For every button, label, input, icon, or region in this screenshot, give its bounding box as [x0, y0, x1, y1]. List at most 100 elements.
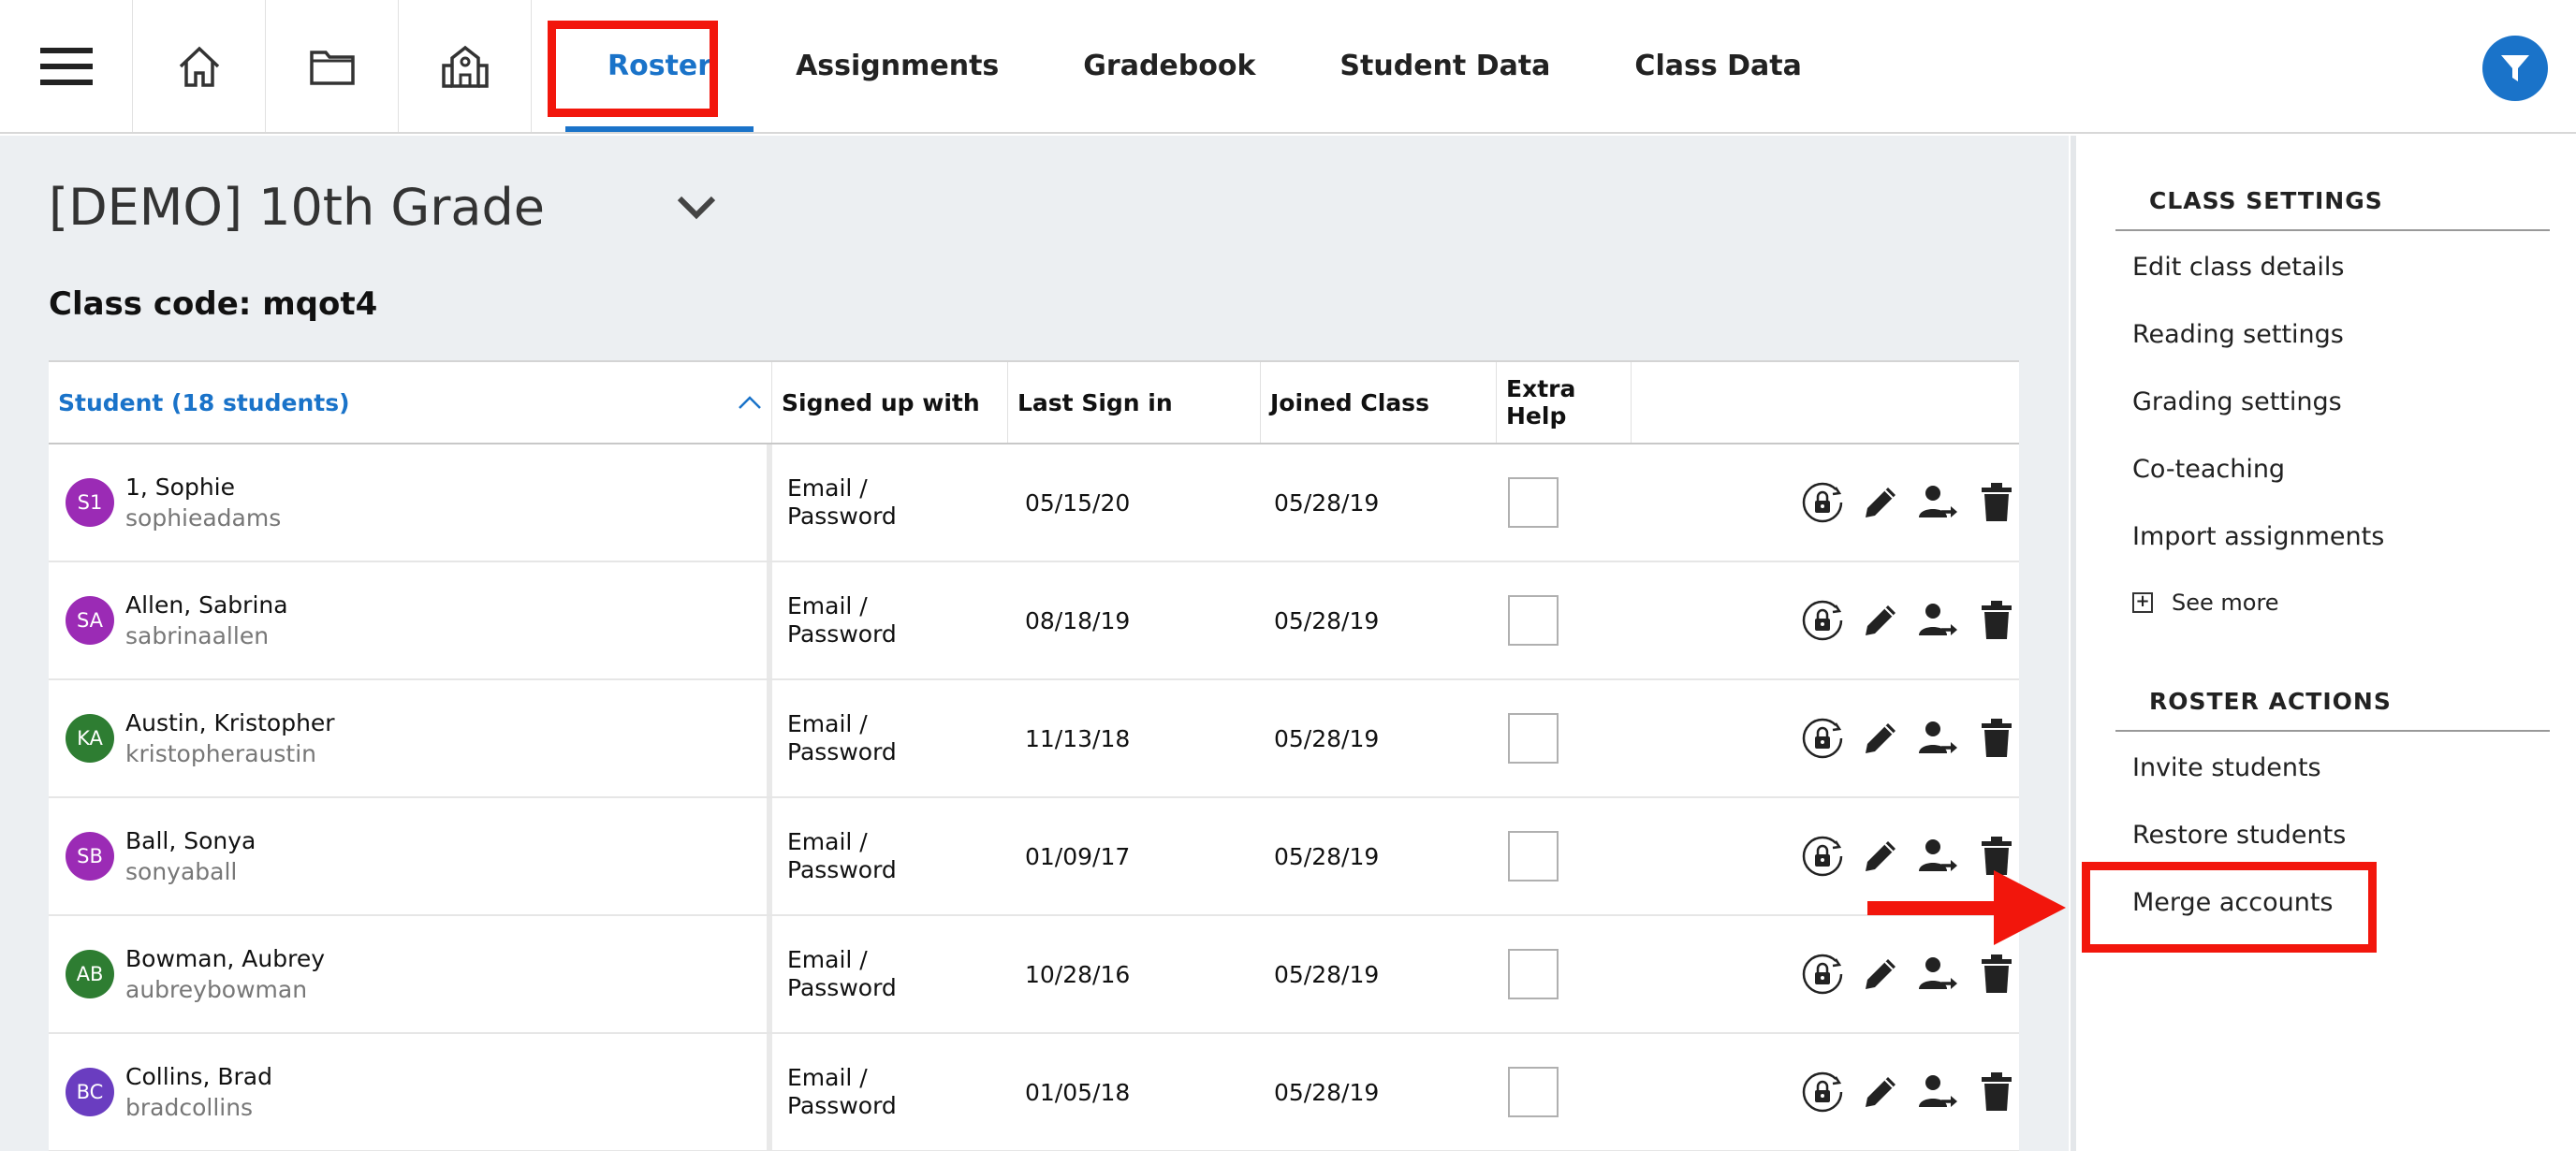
reset-password-icon[interactable]	[1800, 598, 1845, 643]
reset-password-icon[interactable]	[1800, 952, 1845, 997]
edit-pencil-icon[interactable]	[1858, 598, 1903, 643]
joined-class-cell: 05/28/19	[1274, 842, 1380, 870]
signed-up-with-cell: Email / Password	[787, 474, 897, 530]
see-more-button[interactable]: + See more	[2132, 590, 2279, 616]
joined-class-cell: 05/28/19	[1274, 606, 1380, 634]
sort-ascending-icon[interactable]	[738, 395, 762, 410]
reading-settings-link[interactable]: Reading settings	[2132, 320, 2344, 349]
extra-help-checkbox[interactable]	[1508, 595, 1559, 646]
class-selector[interactable]: [DEMO] 10th Grade	[49, 178, 717, 237]
extra-help-cell	[1497, 798, 1632, 914]
move-student-icon[interactable]	[1916, 952, 1961, 997]
edit-pencil-icon[interactable]	[1858, 952, 1903, 997]
extra-help-checkbox[interactable]	[1508, 831, 1559, 881]
table-body: S1 1, Sophie sophieadams Email / Password…	[49, 444, 2019, 1151]
tab-bar: Roster Assignments Gradebook Student Dat…	[565, 0, 1844, 132]
reset-password-icon[interactable]	[1800, 1070, 1845, 1115]
table-header: Student (18 students) Signed up with Las…	[49, 360, 2019, 444]
signed-up-with-cell: Email / Password	[787, 592, 897, 648]
tab-student-data[interactable]: Student Data	[1297, 0, 1592, 132]
header-student[interactable]: Student (18 students)	[49, 362, 772, 443]
student-name: Bowman, Aubrey	[125, 945, 326, 972]
move-student-icon[interactable]	[1916, 598, 1961, 643]
table-row: S1 1, Sophie sophieadams Email / Password…	[49, 444, 2019, 562]
row-actions	[1632, 562, 2019, 678]
home-button[interactable]	[133, 0, 266, 132]
tab-roster[interactable]: Roster	[565, 0, 754, 132]
last-sign-in-cell: 11/13/18	[1025, 724, 1131, 752]
move-student-icon[interactable]	[1916, 716, 1961, 761]
trash-icon[interactable]	[1974, 1070, 2019, 1115]
reset-password-icon[interactable]	[1800, 716, 1845, 761]
student-cell[interactable]: KA Austin, Kristopher kristopheraustin	[49, 680, 772, 796]
library-button[interactable]	[266, 0, 399, 132]
header-extra-help: Extra Help	[1497, 362, 1632, 443]
class-settings-title: CLASS SETTINGS	[2149, 187, 2383, 214]
extra-help-checkbox[interactable]	[1508, 477, 1559, 528]
student-username: sabrinaallen	[125, 622, 270, 649]
invite-students-link[interactable]: Invite students	[2132, 753, 2321, 782]
last-sign-in-cell: 08/18/19	[1025, 606, 1131, 634]
table-row: BC Collins, Brad bradcollins Email / Pass…	[49, 1034, 2019, 1151]
filter-button[interactable]	[2482, 36, 2548, 101]
merge-accounts-link[interactable]: Merge accounts	[2132, 888, 2334, 917]
move-student-icon[interactable]	[1916, 480, 1961, 525]
import-assignments-link[interactable]: Import assignments	[2132, 522, 2384, 551]
trash-icon[interactable]	[1974, 598, 2019, 643]
annotation-arrow-icon	[1867, 870, 2066, 945]
avatar: AB	[66, 950, 114, 998]
joined-class-cell: 05/28/19	[1274, 1078, 1380, 1106]
tab-class-data[interactable]: Class Data	[1592, 0, 1843, 132]
reset-password-icon[interactable]	[1800, 480, 1845, 525]
trash-icon[interactable]	[1974, 480, 2019, 525]
last-sign-in-cell: 10/28/16	[1025, 960, 1131, 988]
edit-pencil-icon[interactable]	[1858, 1070, 1903, 1115]
student-cell[interactable]: S1 1, Sophie sophieadams	[49, 444, 772, 561]
joined-class-cell: 05/28/19	[1274, 724, 1380, 752]
edit-pencil-icon[interactable]	[1858, 480, 1903, 525]
reset-password-icon[interactable]	[1800, 834, 1845, 879]
home-icon	[179, 46, 219, 87]
row-actions	[1632, 1034, 2019, 1150]
class-title: [DEMO] 10th Grade	[49, 178, 546, 237]
extra-help-checkbox[interactable]	[1508, 1067, 1559, 1117]
trash-icon[interactable]	[1974, 716, 2019, 761]
signed-up-with-cell: Email / Password	[787, 710, 897, 765]
student-cell[interactable]: BC Collins, Brad bradcollins	[49, 1034, 772, 1150]
row-actions	[1632, 444, 2019, 561]
student-username: sonyaball	[125, 858, 238, 885]
menu-button[interactable]	[0, 0, 133, 132]
student-cell[interactable]: SB Ball, Sonya sonyaball	[49, 798, 772, 914]
restore-students-link[interactable]: Restore students	[2132, 821, 2346, 850]
right-sidebar: CLASS SETTINGS Edit class details Readin…	[2071, 136, 2576, 1151]
student-username: bradcollins	[125, 1094, 254, 1121]
student-name: Austin, Kristopher	[125, 709, 335, 736]
student-name: Collins, Brad	[125, 1063, 272, 1090]
extra-help-cell	[1497, 916, 1632, 1032]
divider	[2115, 730, 2550, 732]
edit-class-details-link[interactable]: Edit class details	[2132, 253, 2344, 282]
tab-gradebook[interactable]: Gradebook	[1041, 0, 1297, 132]
trash-icon[interactable]	[1974, 952, 2019, 997]
edit-pencil-icon[interactable]	[1858, 716, 1903, 761]
top-nav: Roster Assignments Gradebook Student Dat…	[0, 0, 2576, 134]
extra-help-cell	[1497, 1034, 1632, 1150]
grading-settings-link[interactable]: Grading settings	[2132, 387, 2342, 416]
student-name: 1, Sophie	[125, 474, 236, 501]
student-cell[interactable]: AB Bowman, Aubrey aubreybowman	[49, 916, 772, 1032]
header-actions	[1632, 362, 2019, 443]
extra-help-checkbox[interactable]	[1508, 949, 1559, 999]
student-cell[interactable]: SA Allen, Sabrina sabrinaallen	[49, 562, 772, 678]
divider	[2115, 229, 2550, 231]
tab-assignments[interactable]: Assignments	[754, 0, 1041, 132]
signed-up-with-cell: Email / Password	[787, 946, 897, 1001]
extra-help-checkbox[interactable]	[1508, 713, 1559, 764]
co-teaching-link[interactable]: Co-teaching	[2132, 455, 2285, 484]
avatar: KA	[66, 714, 114, 763]
move-student-icon[interactable]	[1916, 1070, 1961, 1115]
header-last-sign-in: Last Sign in	[1008, 362, 1261, 443]
classes-button[interactable]	[399, 0, 532, 132]
student-name: Ball, Sonya	[125, 827, 256, 854]
chevron-down-icon[interactable]	[676, 195, 717, 221]
row-actions	[1632, 680, 2019, 796]
